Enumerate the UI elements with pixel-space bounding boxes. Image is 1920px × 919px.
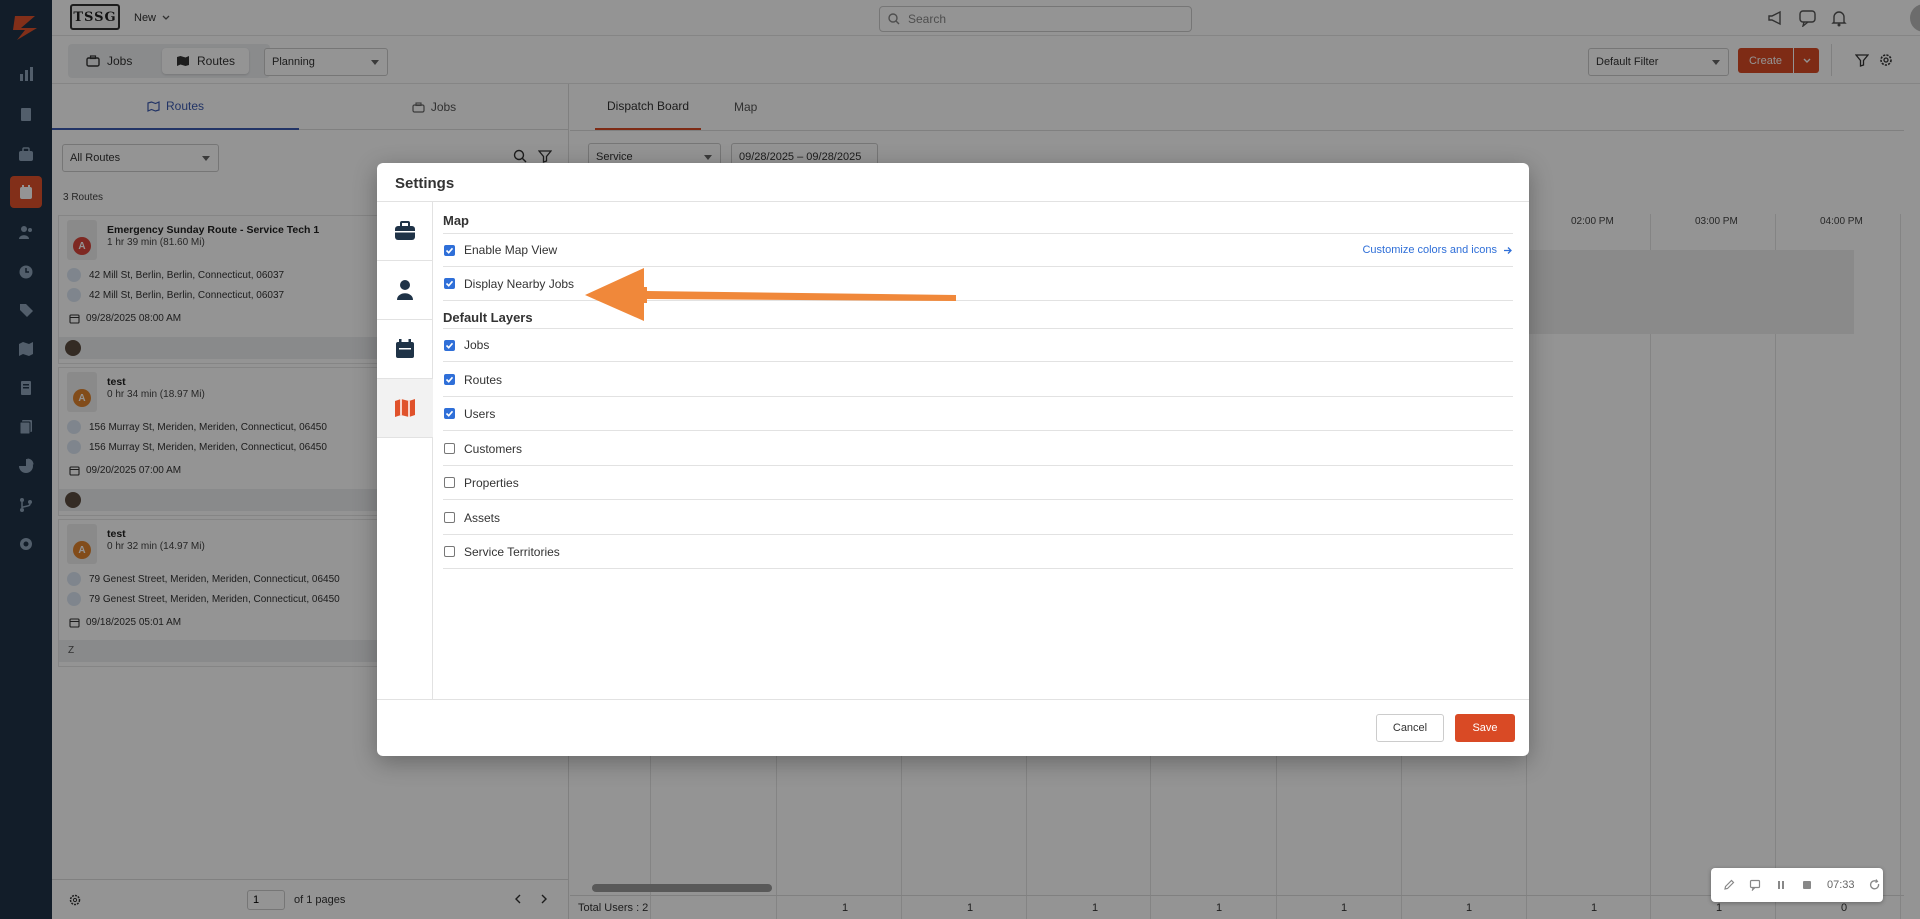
- recorder-time: 07:33: [1827, 879, 1855, 891]
- modal-title: Settings: [395, 175, 455, 192]
- settings-modal: Settings Map Enable Map View Customize c…: [377, 163, 1529, 756]
- comment-icon[interactable]: [1749, 879, 1761, 891]
- layer-checkbox[interactable]: [444, 512, 455, 523]
- save-button[interactable]: Save: [1455, 714, 1515, 742]
- layer-checkbox[interactable]: [444, 374, 455, 385]
- customize-colors-link[interactable]: Customize colors and icons: [1362, 244, 1513, 256]
- layer-row: Customers: [443, 432, 1513, 466]
- layer-row: Assets: [443, 501, 1513, 535]
- calendar-icon: [396, 339, 414, 358]
- stop-icon[interactable]: [1801, 879, 1813, 891]
- arrow-right-icon: [1504, 246, 1512, 254]
- layer-label: Users: [464, 406, 496, 421]
- pause-icon[interactable]: [1775, 879, 1787, 891]
- layer-row: Users: [443, 397, 1513, 431]
- layer-checkbox[interactable]: [444, 443, 455, 454]
- settings-nav-calendar[interactable]: [377, 320, 433, 379]
- settings-nav-jobs[interactable]: [377, 202, 433, 261]
- layer-label: Customers: [464, 441, 523, 456]
- layer-row: Jobs: [443, 328, 1513, 362]
- user-icon: [397, 280, 413, 300]
- layer-label: Properties: [464, 475, 519, 490]
- modal-footer-divider: [377, 699, 1529, 700]
- layer-checkbox[interactable]: [444, 408, 455, 419]
- cancel-button[interactable]: Cancel: [1376, 714, 1444, 742]
- default-layers-section-title: Default Layers: [443, 310, 533, 325]
- enable-map-view-row: Enable Map View Customize colors and ico…: [443, 233, 1513, 267]
- layer-row: Properties: [443, 466, 1513, 500]
- map-icon: [395, 399, 415, 417]
- pencil-icon[interactable]: [1723, 879, 1735, 891]
- briefcase-icon: [395, 221, 415, 240]
- restart-icon[interactable]: [1869, 879, 1881, 891]
- layer-checkbox[interactable]: [444, 546, 455, 557]
- layer-label: Routes: [464, 372, 503, 387]
- settings-nav-map[interactable]: [377, 379, 433, 438]
- map-section-title: Map: [443, 213, 469, 228]
- enable-map-view-checkbox[interactable]: [444, 244, 455, 256]
- screen-recorder-widget: 07:33: [1711, 868, 1883, 902]
- layer-label: Jobs: [464, 338, 490, 352]
- layer-checkbox[interactable]: [444, 477, 455, 488]
- settings-nav-users[interactable]: [377, 261, 433, 320]
- layer-checkbox[interactable]: [444, 339, 455, 351]
- settings-nav: [377, 202, 433, 699]
- layer-row: Routes: [443, 363, 1513, 397]
- annotation-arrow-icon: [585, 268, 958, 324]
- layer-row: Service Territories: [443, 535, 1513, 569]
- layer-label: Assets: [464, 510, 501, 525]
- enable-map-view-label: Enable Map View: [464, 243, 558, 257]
- customize-colors-label: Customize colors and icons: [1362, 244, 1497, 256]
- layer-label: Service Territories: [464, 544, 560, 559]
- display-nearby-jobs-label: Display Nearby Jobs: [464, 276, 575, 291]
- display-nearby-jobs-checkbox[interactable]: [444, 278, 455, 289]
- modal-header-divider: [377, 201, 1529, 202]
